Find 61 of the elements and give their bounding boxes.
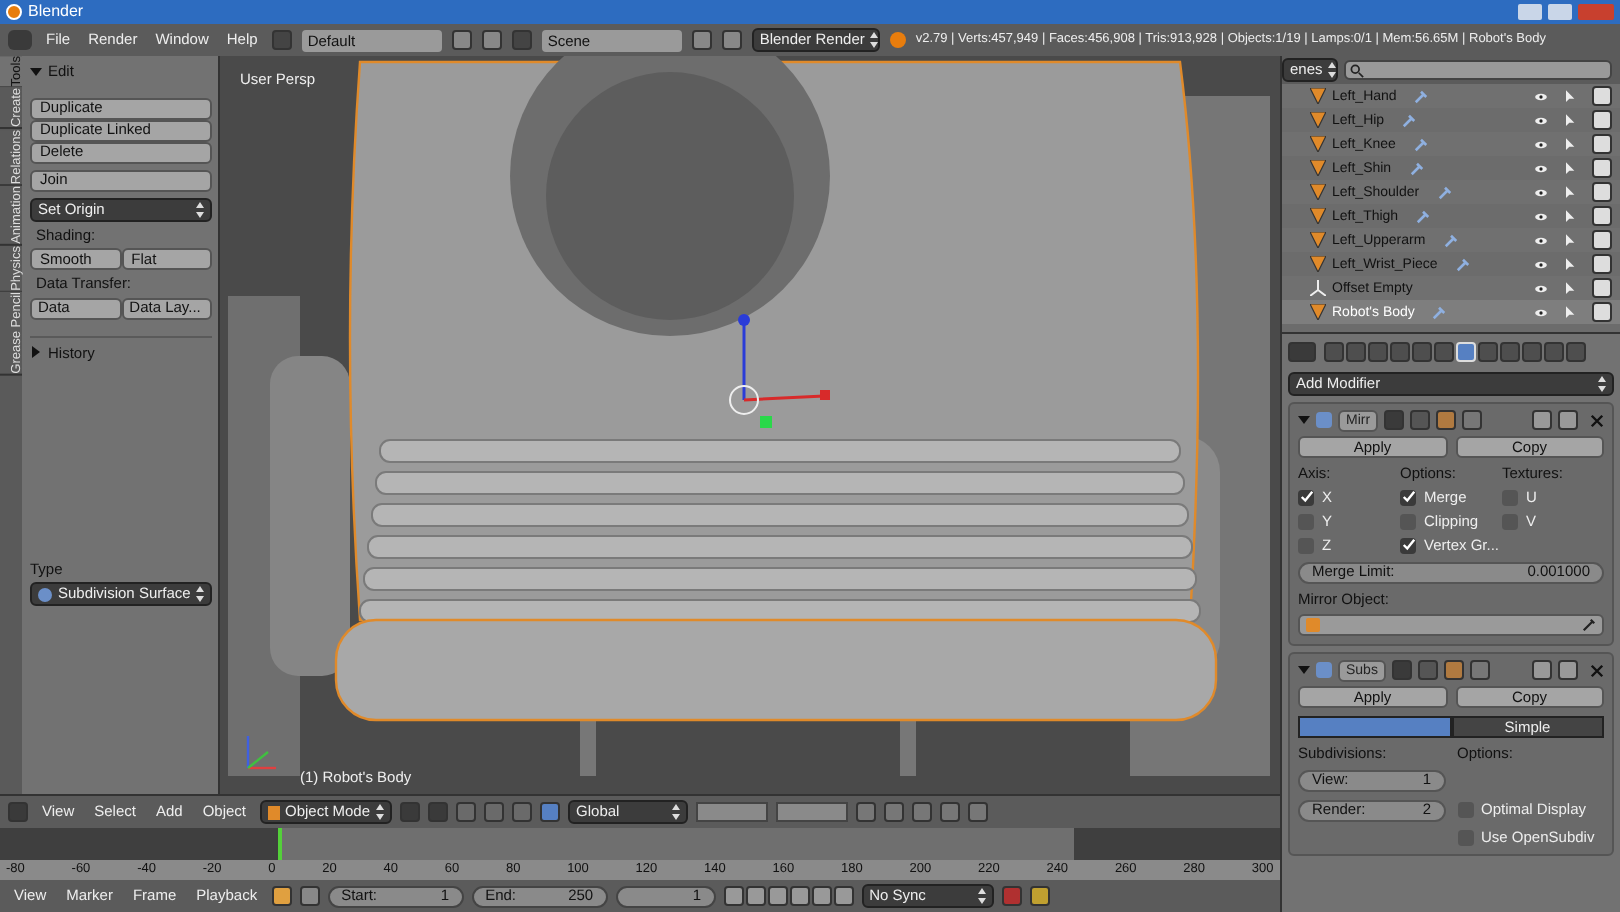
eye-icon[interactable]	[1534, 211, 1548, 221]
updown-arrows-icon	[196, 586, 205, 602]
updown-arrows-icon	[870, 32, 879, 48]
properties-tab-icon[interactable]	[1390, 342, 1410, 362]
wrench-icon	[1437, 185, 1452, 199]
updown-arrows-icon	[1328, 62, 1337, 78]
properties-tab-icon[interactable]	[1346, 342, 1366, 362]
wrench-icon	[1413, 137, 1428, 151]
armature-icon	[1310, 304, 1326, 320]
axis-orientation-drawing	[246, 736, 276, 770]
properties-tab-icon[interactable]	[1434, 342, 1454, 362]
wrench-icon	[1416, 209, 1431, 223]
subdivision-type-tab[interactable]	[1298, 716, 1451, 738]
properties-tab-icon[interactable]	[1412, 342, 1432, 362]
checkbox[interactable]	[1298, 489, 1314, 505]
wrench-icon	[1443, 233, 1458, 247]
properties-tab-icon[interactable]	[1368, 342, 1388, 362]
expand-triangle-icon[interactable]	[1298, 414, 1310, 426]
properties-tab-icon[interactable]	[1566, 342, 1586, 362]
properties-tab-icon[interactable]	[1500, 342, 1520, 362]
wrench-icon	[1455, 257, 1470, 271]
wrench-icon	[1409, 161, 1424, 175]
updown-arrows-icon	[672, 804, 681, 820]
eye-icon[interactable]	[1534, 187, 1548, 197]
expand-triangle-icon[interactable]	[30, 65, 42, 78]
checkbox[interactable]	[1400, 489, 1416, 505]
properties-tab-icon[interactable]	[1324, 342, 1344, 362]
properties-tab-icon[interactable]	[1478, 342, 1498, 362]
eye-icon[interactable]	[1534, 259, 1548, 269]
checkbox[interactable]	[1400, 537, 1416, 553]
transform-gizmo-drawing	[729, 314, 830, 428]
eye-icon[interactable]	[1534, 115, 1548, 125]
eye-icon[interactable]	[1534, 235, 1548, 245]
eyedropper-icon	[1582, 618, 1596, 632]
updown-arrows-icon	[196, 201, 205, 217]
mirror-object-field[interactable]	[1298, 614, 1604, 636]
updown-arrows-icon	[977, 888, 986, 904]
eye-icon[interactable]	[1534, 163, 1548, 173]
current-frame-line	[278, 828, 282, 860]
wrench-icon	[1414, 89, 1429, 103]
wrench-icon	[1432, 305, 1447, 319]
search-icon	[1350, 63, 1364, 77]
eye-icon[interactable]	[1534, 139, 1548, 149]
modifier-icon	[1316, 662, 1332, 678]
cube-icon	[268, 805, 279, 819]
search-field[interactable]	[1344, 60, 1612, 80]
updown-arrows-icon	[1598, 376, 1606, 392]
blender-logo-icon	[6, 4, 22, 20]
blender-logo-icon	[889, 32, 906, 48]
expand-triangle-icon[interactable]	[30, 346, 42, 359]
eye-icon[interactable]	[1534, 307, 1548, 317]
properties-tab-icon[interactable]	[1544, 342, 1564, 362]
modifier-icon	[1316, 412, 1332, 428]
eye-icon[interactable]	[1534, 283, 1548, 293]
window-title: Blender	[28, 4, 84, 20]
wrench-icon	[1402, 113, 1417, 127]
cube-icon	[1306, 618, 1320, 632]
expand-triangle-icon[interactable]	[1298, 664, 1310, 676]
properties-tab-icon[interactable]	[1522, 342, 1542, 362]
updown-arrows-icon	[376, 804, 385, 820]
eye-icon[interactable]	[1534, 91, 1548, 101]
